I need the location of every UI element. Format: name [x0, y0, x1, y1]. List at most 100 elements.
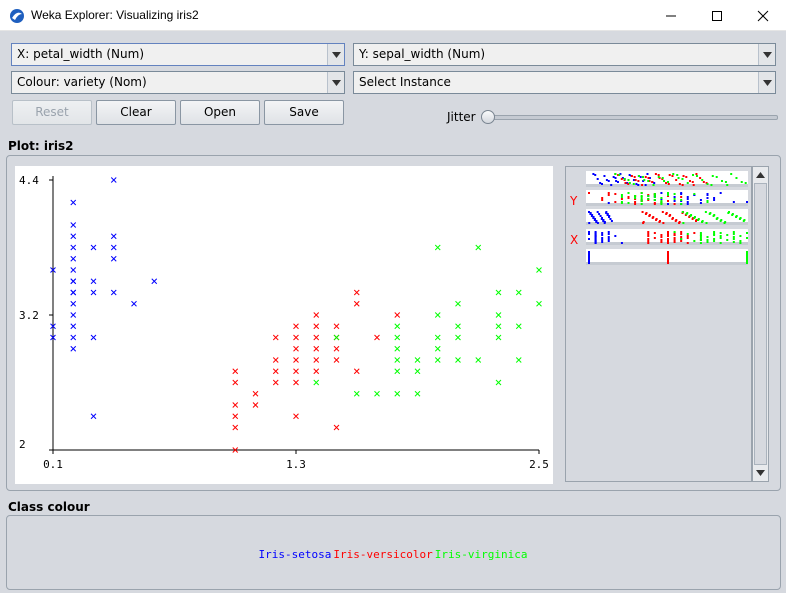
data-point-iris-setosa[interactable]	[70, 345, 77, 352]
data-point-iris-versicolor[interactable]	[333, 357, 340, 363]
data-point-iris-versicolor[interactable]	[232, 413, 239, 420]
minimize-button[interactable]	[648, 0, 694, 31]
scroll-up-icon[interactable]	[753, 167, 768, 183]
data-point-iris-versicolor[interactable]	[232, 368, 239, 375]
data-point-iris-setosa[interactable]	[70, 323, 77, 330]
data-point-iris-setosa[interactable]	[90, 289, 97, 296]
data-point-iris-setosa[interactable]	[70, 289, 77, 296]
data-point-iris-virginica[interactable]	[475, 357, 482, 363]
matrix-scrollbar[interactable]	[752, 166, 769, 482]
data-point-iris-virginica[interactable]	[394, 334, 401, 341]
data-point-iris-versicolor[interactable]	[313, 345, 320, 352]
data-point-iris-virginica[interactable]	[475, 244, 482, 251]
data-point-iris-virginica[interactable]	[515, 323, 522, 330]
data-point-iris-virginica[interactable]	[515, 357, 522, 363]
data-point-iris-setosa[interactable]	[70, 278, 77, 285]
data-point-iris-setosa[interactable]	[70, 244, 77, 251]
data-point-iris-virginica[interactable]	[394, 345, 401, 352]
data-point-iris-virginica[interactable]	[434, 312, 441, 318]
data-point-iris-virginica[interactable]	[495, 379, 502, 386]
data-point-iris-versicolor[interactable]	[252, 390, 259, 397]
data-point-iris-versicolor[interactable]	[293, 345, 299, 352]
legend-iris-setosa[interactable]: Iris-setosa	[259, 548, 332, 561]
data-point-iris-virginica[interactable]	[495, 323, 502, 330]
data-point-iris-setosa[interactable]	[110, 244, 117, 251]
matrix-row-petal-width[interactable]	[586, 229, 748, 245]
data-point-iris-versicolor[interactable]	[293, 379, 299, 386]
data-point-iris-virginica[interactable]	[313, 379, 320, 386]
colour-select[interactable]: Colour: variety (Nom)	[11, 71, 345, 94]
save-button[interactable]: Save	[264, 100, 344, 125]
data-point-iris-versicolor[interactable]	[313, 357, 320, 363]
select-instance-select[interactable]: Select Instance	[353, 71, 776, 94]
data-point-iris-versicolor[interactable]	[333, 424, 340, 431]
reset-button[interactable]: Reset	[12, 100, 92, 125]
data-point-iris-versicolor[interactable]	[313, 323, 320, 330]
data-point-iris-versicolor[interactable]	[353, 289, 360, 296]
close-button[interactable]	[740, 0, 786, 31]
jitter-slider-track[interactable]	[482, 115, 778, 120]
data-point-iris-setosa[interactable]	[70, 233, 77, 240]
data-point-iris-virginica[interactable]	[394, 390, 401, 397]
data-point-iris-setosa[interactable]	[70, 255, 77, 262]
data-point-iris-virginica[interactable]	[495, 312, 502, 318]
data-point-iris-versicolor[interactable]	[293, 334, 299, 341]
data-point-iris-versicolor[interactable]	[272, 379, 279, 386]
scroll-down-icon[interactable]	[753, 465, 768, 481]
data-point-iris-setosa[interactable]	[70, 267, 77, 273]
data-point-iris-virginica[interactable]	[394, 323, 401, 330]
data-point-iris-setosa[interactable]	[110, 255, 117, 262]
data-point-iris-versicolor[interactable]	[293, 357, 299, 363]
data-point-iris-setosa[interactable]	[151, 278, 158, 285]
attribute-matrix-panel[interactable]: Y X	[565, 166, 752, 482]
data-point-iris-virginica[interactable]	[455, 300, 461, 307]
matrix-row-sepal-length[interactable]	[586, 171, 748, 187]
data-point-iris-versicolor[interactable]	[272, 368, 279, 375]
data-point-iris-versicolor[interactable]	[313, 334, 320, 341]
data-point-iris-versicolor[interactable]	[333, 345, 340, 352]
scatter-plot[interactable]: 4.4 3.2 2 0.1 1.3 2.5	[15, 166, 553, 484]
data-point-iris-versicolor[interactable]	[293, 323, 299, 330]
data-point-iris-versicolor[interactable]	[232, 402, 239, 408]
data-point-iris-virginica[interactable]	[353, 390, 360, 397]
data-point-iris-virginica[interactable]	[434, 244, 441, 251]
legend-iris-virginica[interactable]: Iris-virginica	[435, 548, 528, 561]
matrix-row-petal-length[interactable]	[586, 209, 748, 225]
data-point-iris-versicolor[interactable]	[333, 323, 340, 330]
maximize-button[interactable]	[694, 0, 740, 31]
data-point-iris-versicolor[interactable]	[293, 413, 299, 420]
x-axis-select[interactable]: X: petal_width (Num)	[11, 43, 345, 66]
data-point-iris-versicolor[interactable]	[374, 334, 380, 341]
data-point-iris-setosa[interactable]	[131, 300, 137, 307]
data-point-iris-virginica[interactable]	[536, 300, 542, 307]
data-point-iris-virginica[interactable]	[414, 390, 421, 397]
data-point-iris-setosa[interactable]	[70, 222, 77, 228]
data-point-iris-versicolor[interactable]	[293, 368, 299, 375]
data-point-iris-virginica[interactable]	[434, 345, 441, 352]
data-point-iris-setosa[interactable]	[110, 233, 117, 240]
open-button[interactable]: Open	[180, 100, 260, 125]
data-point-iris-versicolor[interactable]	[353, 368, 360, 375]
clear-button[interactable]: Clear	[96, 100, 176, 125]
data-point-iris-virginica[interactable]	[536, 267, 542, 273]
data-point-iris-setosa[interactable]	[70, 312, 77, 318]
data-point-iris-virginica[interactable]	[515, 289, 522, 296]
data-point-iris-versicolor[interactable]	[232, 379, 239, 386]
matrix-row-sepal-width[interactable]	[586, 190, 748, 206]
data-point-iris-setosa[interactable]	[90, 244, 97, 251]
data-point-iris-versicolor[interactable]	[394, 312, 401, 318]
data-point-iris-virginica[interactable]	[333, 334, 340, 341]
data-point-iris-virginica[interactable]	[414, 357, 421, 363]
legend-iris-versicolor[interactable]: Iris-versicolor	[333, 548, 432, 561]
data-point-iris-setosa[interactable]	[90, 278, 97, 285]
data-point-iris-virginica[interactable]	[394, 368, 401, 375]
data-point-iris-setosa[interactable]	[70, 300, 77, 307]
data-point-iris-versicolor[interactable]	[272, 334, 279, 341]
data-point-iris-versicolor[interactable]	[353, 300, 360, 307]
data-point-iris-setosa[interactable]	[90, 413, 97, 420]
data-point-iris-versicolor[interactable]	[252, 402, 259, 408]
data-point-iris-virginica[interactable]	[495, 334, 502, 341]
data-point-iris-virginica[interactable]	[455, 334, 461, 341]
data-point-iris-virginica[interactable]	[394, 357, 401, 363]
data-point-iris-virginica[interactable]	[434, 334, 441, 341]
